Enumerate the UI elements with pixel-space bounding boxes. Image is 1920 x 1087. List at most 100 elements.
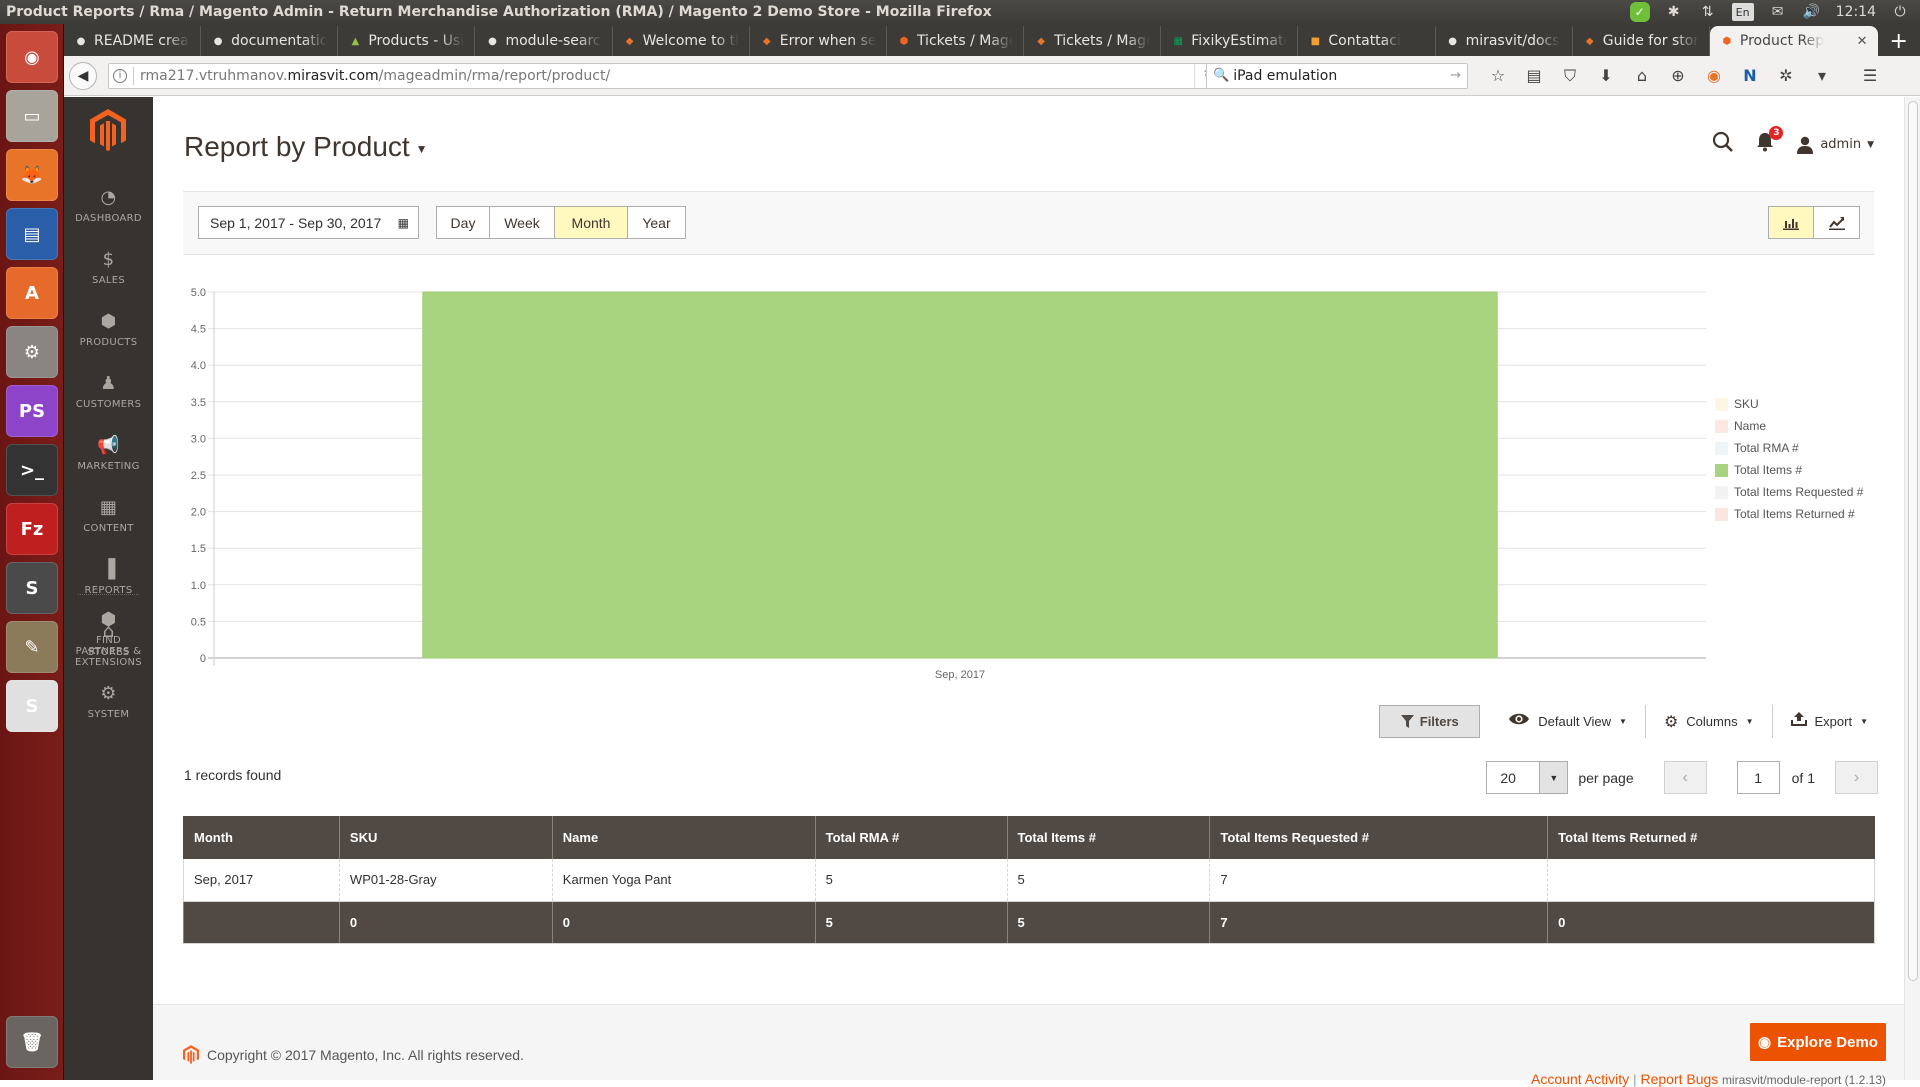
browser-tab[interactable]: ■ Contattaci <box>1298 26 1436 56</box>
browser-tab[interactable]: ▦ FixikyEstimate <box>1161 26 1299 56</box>
launcher-trash-icon[interactable]: 🗑 <box>6 1016 58 1068</box>
new-tab-button[interactable]: + <box>1878 26 1920 56</box>
browser-tab[interactable]: ● mirasvit/docs <box>1436 26 1573 56</box>
browser-tab[interactable]: ● README creat <box>64 26 202 56</box>
keyboard-layout-indicator[interactable]: En <box>1731 3 1754 21</box>
notifications-bell-icon[interactable]: 3 <box>1756 126 1784 157</box>
legend-item[interactable]: Total Items Requested # <box>1715 481 1863 503</box>
per-page-select[interactable]: 20 ▼ <box>1486 761 1569 794</box>
browser-tab[interactable]: ▲ Products - Usi <box>338 26 476 56</box>
sidebar-item-content[interactable]: ▦ CONTENT <box>64 497 153 534</box>
admin-user-menu[interactable]: admin ▼ <box>1796 136 1874 154</box>
slack-tray-icon[interactable]: ✱ <box>1664 2 1684 22</box>
browser-search-bar[interactable]: 🔍 iPad emulation → <box>1206 62 1468 89</box>
column-chart-button[interactable] <box>1769 207 1814 238</box>
launcher-files-icon[interactable]: ▭ <box>6 90 58 142</box>
column-header[interactable]: Total Items Returned # <box>1547 816 1875 859</box>
browser-tab[interactable]: ◆ Guide for stor <box>1573 26 1710 56</box>
hamburger-menu-icon[interactable]: ☰ <box>1852 62 1888 90</box>
downloads-icon[interactable]: ⬇ <box>1588 62 1624 90</box>
global-search-icon[interactable] <box>1712 131 1734 158</box>
skype-icon[interactable]: ✓ <box>1629 2 1650 22</box>
column-header[interactable]: Total RMA # <box>814 816 1007 859</box>
bookmark-star-icon[interactable]: ☆ <box>1480 62 1516 90</box>
mail-icon[interactable]: ✉ <box>1768 2 1788 22</box>
pocket-icon[interactable]: ⛉ <box>1552 62 1588 90</box>
overflow-menu-icon[interactable]: ▾ <box>1804 62 1840 90</box>
page-title[interactable]: Report by Product ▼ <box>184 131 428 163</box>
sidebar-item-customers[interactable]: ♟ CUSTOMERS <box>64 373 153 410</box>
launcher-slack-icon[interactable]: S <box>6 680 58 732</box>
web-developer-icon[interactable]: ⊕ <box>1660 62 1696 90</box>
column-header[interactable]: Total Items Requested # <box>1209 816 1548 859</box>
sidebar-item-dashboard[interactable]: ◔ DASHBOARD <box>64 187 153 224</box>
browser-tab[interactable]: ◆ Tickets / Mage <box>1024 26 1162 56</box>
volume-icon[interactable]: 🔊 <box>1802 2 1822 22</box>
explore-demo-button[interactable]: ◉ Explore Demo <box>1750 1023 1886 1061</box>
clock[interactable]: 12:14 <box>1836 4 1876 20</box>
browser-tab[interactable]: ◆ Welcome to th <box>613 26 750 56</box>
sidebar-item-system[interactable]: ⚙ SYSTEM <box>64 683 153 720</box>
home-icon[interactable]: ⌂ <box>1624 62 1660 90</box>
magento-logo[interactable] <box>90 109 126 151</box>
sidebar-item-sales[interactable]: $ SALES <box>64 249 153 286</box>
power-icon[interactable]: ⏻ <box>1890 2 1910 22</box>
interval-month-button[interactable]: Month <box>555 207 628 238</box>
legend-item[interactable]: Name <box>1715 415 1863 437</box>
interval-year-button[interactable]: Year <box>628 207 685 238</box>
previous-page-button[interactable]: ‹ <box>1663 761 1707 794</box>
export-dropdown[interactable]: Export ▼ <box>1773 705 1887 738</box>
url-bar[interactable]: i rma217.vtruhmanov. mirasvit.com/mageadm… <box>108 62 1225 89</box>
launcher-phpstorm-icon[interactable]: PS <box>6 385 58 437</box>
sidebar-item-find-partners[interactable]: ⬢ FIND PARTNERS & EXTENSIONS <box>64 609 153 668</box>
close-tab-icon[interactable]: ✕ <box>1857 34 1868 49</box>
browser-tab[interactable]: ● documentatio <box>201 26 339 56</box>
default-view-dropdown[interactable]: Default View ▼ <box>1490 705 1646 738</box>
reading-list-icon[interactable]: ▤ <box>1516 62 1552 90</box>
account-activity-link[interactable]: Account Activity <box>1531 1071 1629 1087</box>
current-page-input[interactable]: 1 <box>1736 761 1780 794</box>
launcher-filezilla-icon[interactable]: Fz <box>6 503 58 555</box>
interval-week-button[interactable]: Week <box>490 207 555 238</box>
firebug-icon[interactable]: ✲ <box>1768 62 1804 90</box>
browser-tab[interactable]: ⬢ Product Rep ✕ <box>1709 26 1878 56</box>
legend-item[interactable]: Total RMA # <box>1715 437 1863 459</box>
column-header[interactable]: Month <box>183 816 340 859</box>
launcher-libreoffice-impress-icon[interactable]: ▤ <box>6 208 58 260</box>
sidebar-item-products[interactable]: ⬢ PRODUCTS <box>64 311 153 348</box>
legend-item[interactable]: Total Items Returned # <box>1715 503 1863 525</box>
column-header[interactable]: Name <box>551 816 816 859</box>
onenote-clipper-icon[interactable]: N <box>1732 62 1768 90</box>
sidebar-item-reports[interactable]: ▐ REPORTS <box>64 559 153 596</box>
browser-tab[interactable]: ⬢ Tickets / Mage <box>887 26 1025 56</box>
sidebar-item-marketing[interactable]: 📢 MARKETING <box>64 435 153 472</box>
column-header[interactable]: SKU <box>338 816 553 859</box>
launcher-software-center-icon[interactable]: A <box>6 267 58 319</box>
interval-day-button[interactable]: Day <box>437 207 490 238</box>
launcher-firefox-icon[interactable]: 🦊 <box>6 149 58 201</box>
launcher-gimp-icon[interactable]: ✎ <box>6 621 58 673</box>
launcher-system-settings-icon[interactable]: ⚙ <box>6 326 58 378</box>
info-icon[interactable]: i <box>113 68 127 83</box>
scrollbar-thumb[interactable] <box>1908 101 1918 981</box>
page-scrollbar[interactable] <box>1904 97 1920 1080</box>
column-header[interactable]: Total Items # <box>1006 816 1210 859</box>
columns-dropdown[interactable]: ⚙ Columns ▼ <box>1646 705 1773 738</box>
line-chart-button[interactable] <box>1814 207 1859 238</box>
filters-button[interactable]: Filters <box>1379 705 1481 738</box>
caret-down-icon[interactable]: ▼ <box>1539 762 1568 793</box>
next-page-button[interactable]: › <box>1835 761 1878 794</box>
colorzilla-icon[interactable]: ◉ <box>1696 62 1732 90</box>
legend-item[interactable]: SKU <box>1715 393 1863 415</box>
launcher-sublime-text-icon[interactable]: S <box>6 562 58 614</box>
search-go-icon[interactable]: → <box>1450 68 1461 83</box>
legend-item[interactable]: Total Items # <box>1715 459 1863 481</box>
launcher-terminal-icon[interactable]: >_ <box>6 444 58 496</box>
browser-tab[interactable]: ● module-search <box>475 26 613 56</box>
launcher-ubuntu-dash-icon[interactable]: ◉ <box>6 31 58 83</box>
back-button[interactable]: ◀ <box>69 61 97 90</box>
date-range-picker[interactable]: Sep 1, 2017 - Sep 30, 2017 ▦ <box>198 206 419 239</box>
browser-tab[interactable]: ◆ Error when ser <box>750 26 887 56</box>
network-icon[interactable]: ⇅ <box>1698 2 1718 22</box>
report-bugs-link[interactable]: Report Bugs <box>1640 1071 1718 1087</box>
